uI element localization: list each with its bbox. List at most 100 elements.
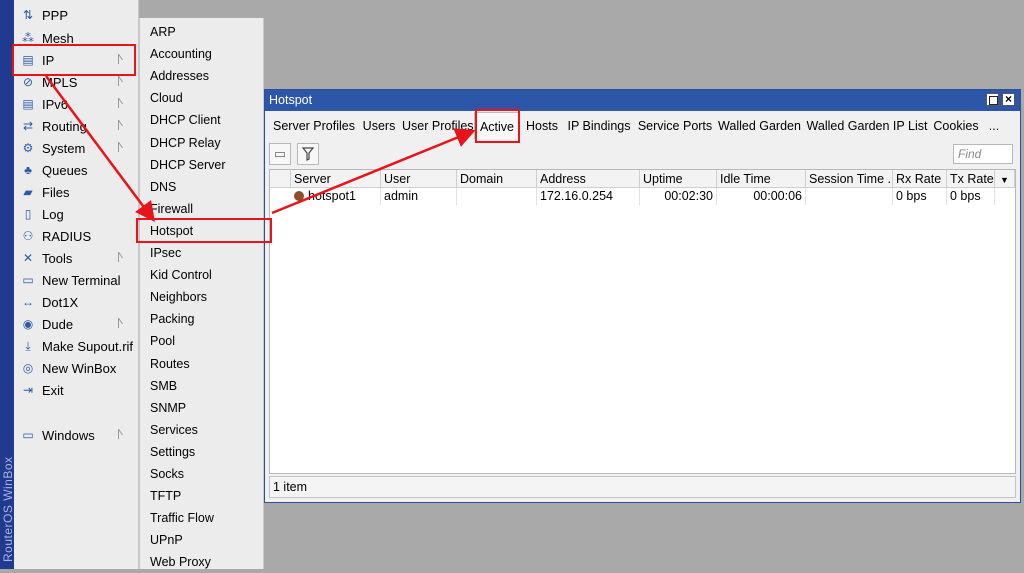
submenu-item-firewall[interactable]: Firewall (140, 198, 263, 220)
menu-item-label: Exit (42, 383, 64, 398)
menu-item-label: System (42, 141, 86, 156)
column-header-address[interactable]: Address (537, 170, 640, 188)
menu-item-dude[interactable]: ◉ Dude (14, 313, 138, 335)
cell-idle-time: 00:00:06 (717, 188, 806, 205)
maximize-button[interactable] (986, 93, 999, 106)
submenu-item-addresses[interactable]: Addresses (140, 65, 263, 87)
filter-button[interactable] (297, 143, 319, 165)
column-header-idle-time[interactable]: Idle Time (717, 170, 806, 188)
window-title: Hotspot (269, 93, 313, 107)
column-header-tx-rate[interactable]: Tx Rate (947, 170, 995, 188)
menu-item-queues[interactable]: ♣ Queues (14, 159, 138, 181)
mpls-icon: ⊘ (22, 75, 34, 89)
submenu-item-routes[interactable]: Routes (140, 353, 263, 375)
tab-bar: Server Profiles Users User Profiles Active H… (265, 112, 1020, 140)
submenu-arrow-icon (118, 252, 127, 262)
minus-icon: ▭ (273, 146, 287, 161)
menu-item-label: Log (42, 207, 64, 222)
submenu-item-snmp[interactable]: SNMP (140, 397, 263, 419)
remove-button[interactable]: ▭ (269, 143, 291, 165)
menu-item-exit[interactable]: ⇥ Exit (14, 379, 138, 401)
submenu-item-label: IPsec (150, 246, 182, 260)
submenu-item-label: Settings (150, 444, 196, 459)
column-header-rx-rate[interactable]: Rx Rate (893, 170, 947, 188)
submenu-item-label: Neighbors (150, 290, 207, 305)
tab-cookies[interactable]: Cookies (931, 115, 981, 137)
tab-walled-garden[interactable]: Walled Garden (716, 115, 803, 137)
column-header-uptime[interactable]: Uptime (640, 170, 717, 188)
submenu-item-tftp[interactable]: TFTP (140, 485, 263, 507)
close-button[interactable]: × (1002, 93, 1015, 106)
submenu-item-dns[interactable]: DNS (140, 176, 263, 198)
system-icon: ⚙ (22, 141, 34, 155)
cell-rx-rate: 0 bps (893, 188, 947, 205)
menu-item-windows[interactable]: ▭ Windows (14, 424, 138, 446)
submenu-item-settings[interactable]: Settings (140, 441, 263, 463)
tab-server-profiles[interactable]: Server Profiles (273, 115, 355, 137)
submenu-item-ipsec[interactable]: IPsec (140, 242, 263, 264)
active-tab-highlight-box (475, 109, 520, 143)
menu-item-new-winbox[interactable]: ◎ New WinBox (14, 357, 138, 379)
submenu-item-label: DHCP Relay (150, 135, 221, 150)
submenu-item-accounting[interactable]: Accounting (140, 43, 263, 65)
submenu-item-kid-control[interactable]: Kid Control (140, 264, 263, 286)
tab-hosts[interactable]: Hosts (523, 115, 561, 137)
terminal-icon: ▭ (22, 273, 34, 287)
menu-item-system[interactable]: ⚙ System (14, 137, 138, 159)
column-header-server[interactable]: Server (291, 170, 381, 188)
submenu-item-services[interactable]: Services (140, 419, 263, 441)
submenu-item-label: Cloud (150, 91, 183, 106)
column-header-session-time[interactable]: Session Time ... (806, 170, 893, 188)
submenu-item-label: Addresses (150, 69, 210, 84)
menu-item-new-terminal[interactable]: ▭ New Terminal (14, 269, 138, 291)
find-input[interactable] (953, 144, 1013, 164)
tab-walled-garden-ip-list[interactable]: Walled Garden IP List (806, 115, 928, 137)
submenu-item-web-proxy[interactable]: Web Proxy (140, 551, 263, 573)
submenu-item-smb[interactable]: SMB (140, 375, 263, 397)
menu-item-files[interactable]: ▰ Files (14, 181, 138, 203)
hotspot-highlight-box (136, 218, 272, 243)
tab-ip-bindings[interactable]: IP Bindings (564, 115, 634, 137)
menu-item-radius[interactable]: ⚇ RADIUS (14, 225, 138, 247)
menu-item-dot1x[interactable]: ↔ Dot1X (14, 291, 138, 313)
submenu-item-dhcp-client[interactable]: DHCP Client (140, 109, 263, 131)
brand-strip: RouterOS WinBox (0, 0, 15, 569)
submenu-item-cloud[interactable]: Cloud (140, 87, 263, 109)
submenu-item-upnp[interactable]: UPnP (140, 529, 263, 551)
menu-item-label: MPLS (42, 75, 78, 90)
tab-users[interactable]: Users (359, 115, 399, 137)
menu-item-ppp[interactable]: ⇅ PPP (14, 4, 138, 26)
submenu-item-label: Packing (150, 312, 195, 327)
submenu-item-packing[interactable]: Packing (140, 308, 263, 330)
menu-item-label: RADIUS (42, 229, 92, 244)
submenu-item-dhcp-relay[interactable]: DHCP Relay (140, 132, 263, 154)
column-header-domain[interactable]: Domain (457, 170, 537, 188)
hotspot-window: Hotspot × Server Profiles Users User Profi… (264, 89, 1021, 503)
submenu-item-label: DHCP Client (150, 113, 221, 128)
tab-user-profiles[interactable]: User Profiles (402, 115, 474, 137)
menu-item-ipv6[interactable]: ▤ IPv6 (14, 93, 138, 115)
submenu-item-traffic-flow[interactable]: Traffic Flow (140, 507, 263, 529)
cell-domain (457, 188, 537, 205)
submenu-item-label: UPnP (150, 533, 183, 548)
column-menu-button[interactable]: ▼ (995, 170, 1015, 188)
ip-highlight-box (12, 44, 136, 76)
title-bar[interactable]: Hotspot × (265, 90, 1020, 111)
submenu-item-socks[interactable]: Socks (140, 463, 263, 485)
tab-service-ports[interactable]: Service Ports (637, 115, 713, 137)
submenu-item-arp[interactable]: ARP (140, 21, 263, 43)
submenu-item-dhcp-server[interactable]: DHCP Server (140, 154, 263, 176)
submenu-item-label: TFTP (150, 489, 182, 504)
brand-text: RouterOS WinBox (1, 456, 15, 562)
filter-icon (301, 147, 315, 161)
tab-more[interactable]: ... (985, 115, 1003, 137)
column-header-user[interactable]: User (381, 170, 457, 188)
menu-item-make-supout-rif[interactable]: ⤓ Make Supout.rif (14, 335, 138, 357)
menu-item-log[interactable]: ▯ Log (14, 203, 138, 225)
submenu-item-neighbors[interactable]: Neighbors (140, 286, 263, 308)
menu-item-routing[interactable]: ⇄ Routing (14, 115, 138, 137)
winbox-icon: ◎ (22, 361, 34, 375)
cell-address: 172.16.0.254 (537, 188, 640, 205)
submenu-item-pool[interactable]: Pool (140, 330, 263, 352)
menu-item-tools[interactable]: ✕ Tools (14, 247, 138, 269)
